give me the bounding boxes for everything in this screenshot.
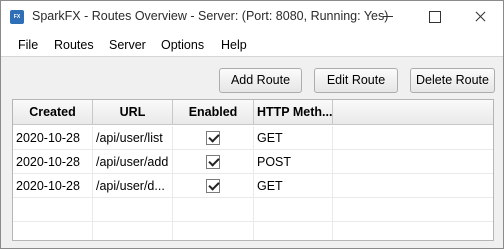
routes-table[interactable]: Created URL Enabled HTTP Meth... 2020-10…	[12, 99, 494, 241]
cell-created: 2020-10-28	[13, 150, 93, 174]
cell-enabled	[173, 150, 254, 174]
title-bar: FX SparkFX - Routes Overview - Server: (…	[1, 1, 503, 32]
maximize-icon[interactable]	[411, 1, 457, 32]
window-title: SparkFX - Routes Overview - Server: (Por…	[32, 9, 389, 23]
add-route-button[interactable]: Add Route	[219, 68, 302, 93]
enabled-checkbox[interactable]	[206, 155, 220, 169]
enabled-checkbox[interactable]	[206, 131, 220, 145]
delete-route-button[interactable]: Delete Route	[410, 68, 495, 93]
menu-bar: File Routes Server Options Help	[1, 32, 503, 56]
close-icon[interactable]	[457, 1, 503, 32]
empty-table-row	[13, 222, 493, 240]
enabled-checkbox[interactable]	[206, 179, 220, 193]
cell-enabled	[173, 126, 254, 150]
menu-routes[interactable]: Routes	[54, 38, 94, 52]
cell-created: 2020-10-28	[13, 174, 93, 198]
empty-table-row	[13, 198, 493, 222]
menu-file[interactable]: File	[18, 38, 38, 52]
column-header-created[interactable]: Created	[13, 100, 93, 125]
cell-url: /api/user/list	[93, 126, 173, 150]
column-header-url[interactable]: URL	[93, 100, 173, 125]
app-window: FX SparkFX - Routes Overview - Server: (…	[0, 0, 504, 249]
menu-help[interactable]: Help	[221, 38, 247, 52]
edit-route-button[interactable]: Edit Route	[314, 68, 398, 93]
menu-server[interactable]: Server	[109, 38, 146, 52]
table-row[interactable]: 2020-10-28 /api/user/add POST	[13, 150, 493, 174]
cell-method: GET	[254, 174, 333, 198]
minimize-icon[interactable]	[365, 1, 411, 32]
menu-options[interactable]: Options	[161, 38, 204, 52]
table-row[interactable]: 2020-10-28 /api/user/d... GET	[13, 174, 493, 198]
cell-enabled	[173, 174, 254, 198]
cell-method: GET	[254, 126, 333, 150]
app-logo-icon: FX	[10, 10, 24, 24]
column-header-http-method[interactable]: HTTP Meth...	[254, 100, 333, 125]
cell-method: POST	[254, 150, 333, 174]
cell-url: /api/user/add	[93, 150, 173, 174]
table-row[interactable]: 2020-10-28 /api/user/list GET	[13, 126, 493, 150]
cell-url: /api/user/d...	[93, 174, 173, 198]
table-header: Created URL Enabled HTTP Meth...	[13, 100, 493, 125]
column-header-enabled[interactable]: Enabled	[173, 100, 254, 125]
main-content: Add Route Edit Route Delete Route Create…	[1, 56, 503, 248]
cell-created: 2020-10-28	[13, 126, 93, 150]
